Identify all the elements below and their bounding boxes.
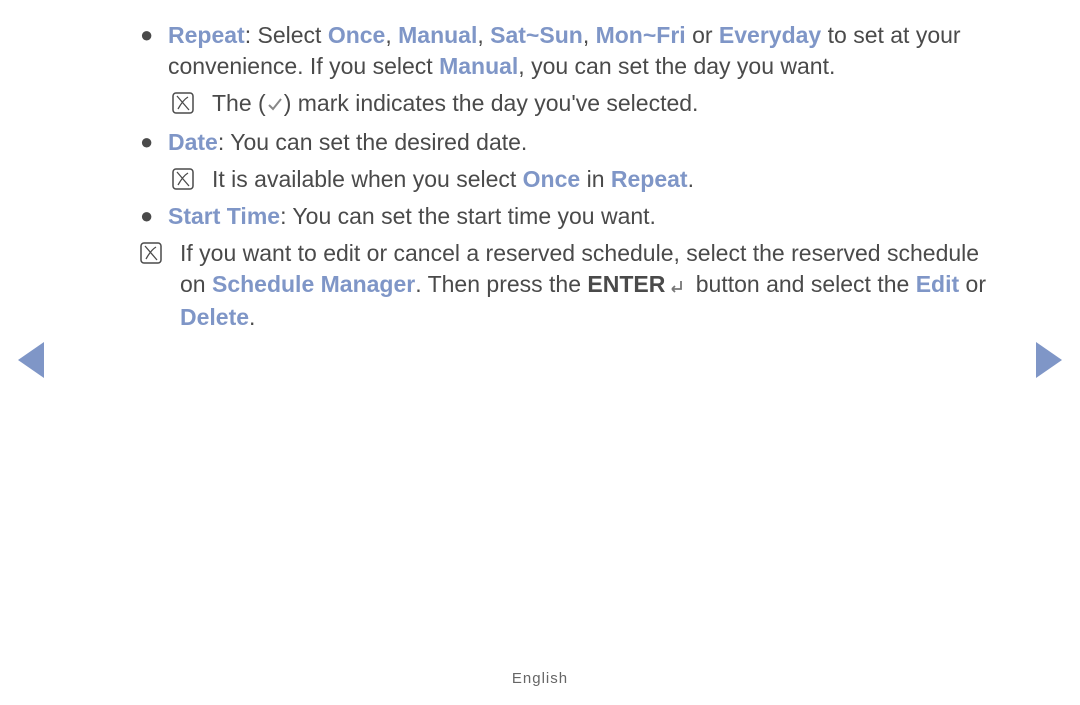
bullet-icon: ● — [140, 127, 168, 157]
repeat-label: Repeat — [168, 22, 245, 48]
date-label: Date — [168, 129, 218, 155]
note-final: If you want to edit or cancel a reserved… — [80, 238, 1000, 333]
start-time-label: Start Time — [168, 203, 280, 229]
note-icon — [140, 238, 180, 269]
checkmark-icon — [266, 90, 284, 121]
bullet-icon: ● — [140, 201, 168, 231]
next-page-arrow[interactable] — [1032, 340, 1066, 380]
bullet-repeat: ● Repeat: Select Once, Manual, Sat~Sun, … — [80, 20, 1000, 82]
bullet-icon: ● — [140, 20, 168, 50]
note-final-text: If you want to edit or cancel a reserved… — [180, 238, 1000, 333]
bullet-start-time-text: Start Time: You can set the start time y… — [168, 201, 1000, 232]
prev-page-arrow[interactable] — [14, 340, 48, 380]
note-repeat-mark: The () mark indicates the day you've sel… — [80, 88, 1000, 121]
note-date-text: It is available when you select Once in … — [212, 164, 1000, 195]
footer-language: English — [0, 670, 1080, 687]
bullet-repeat-text: Repeat: Select Once, Manual, Sat~Sun, Mo… — [168, 20, 1000, 82]
note-repeat-text: The () mark indicates the day you've sel… — [212, 88, 1000, 121]
bullet-date-text: Date: You can set the desired date. — [168, 127, 1000, 158]
bullet-start-time: ● Start Time: You can set the start time… — [80, 201, 1000, 232]
document-body: ● Repeat: Select Once, Manual, Sat~Sun, … — [0, 0, 1080, 333]
bullet-date: ● Date: You can set the desired date. — [80, 127, 1000, 158]
enter-icon — [665, 271, 689, 302]
note-icon — [172, 164, 212, 195]
note-date: It is available when you select Once in … — [80, 164, 1000, 195]
note-icon — [172, 88, 212, 119]
